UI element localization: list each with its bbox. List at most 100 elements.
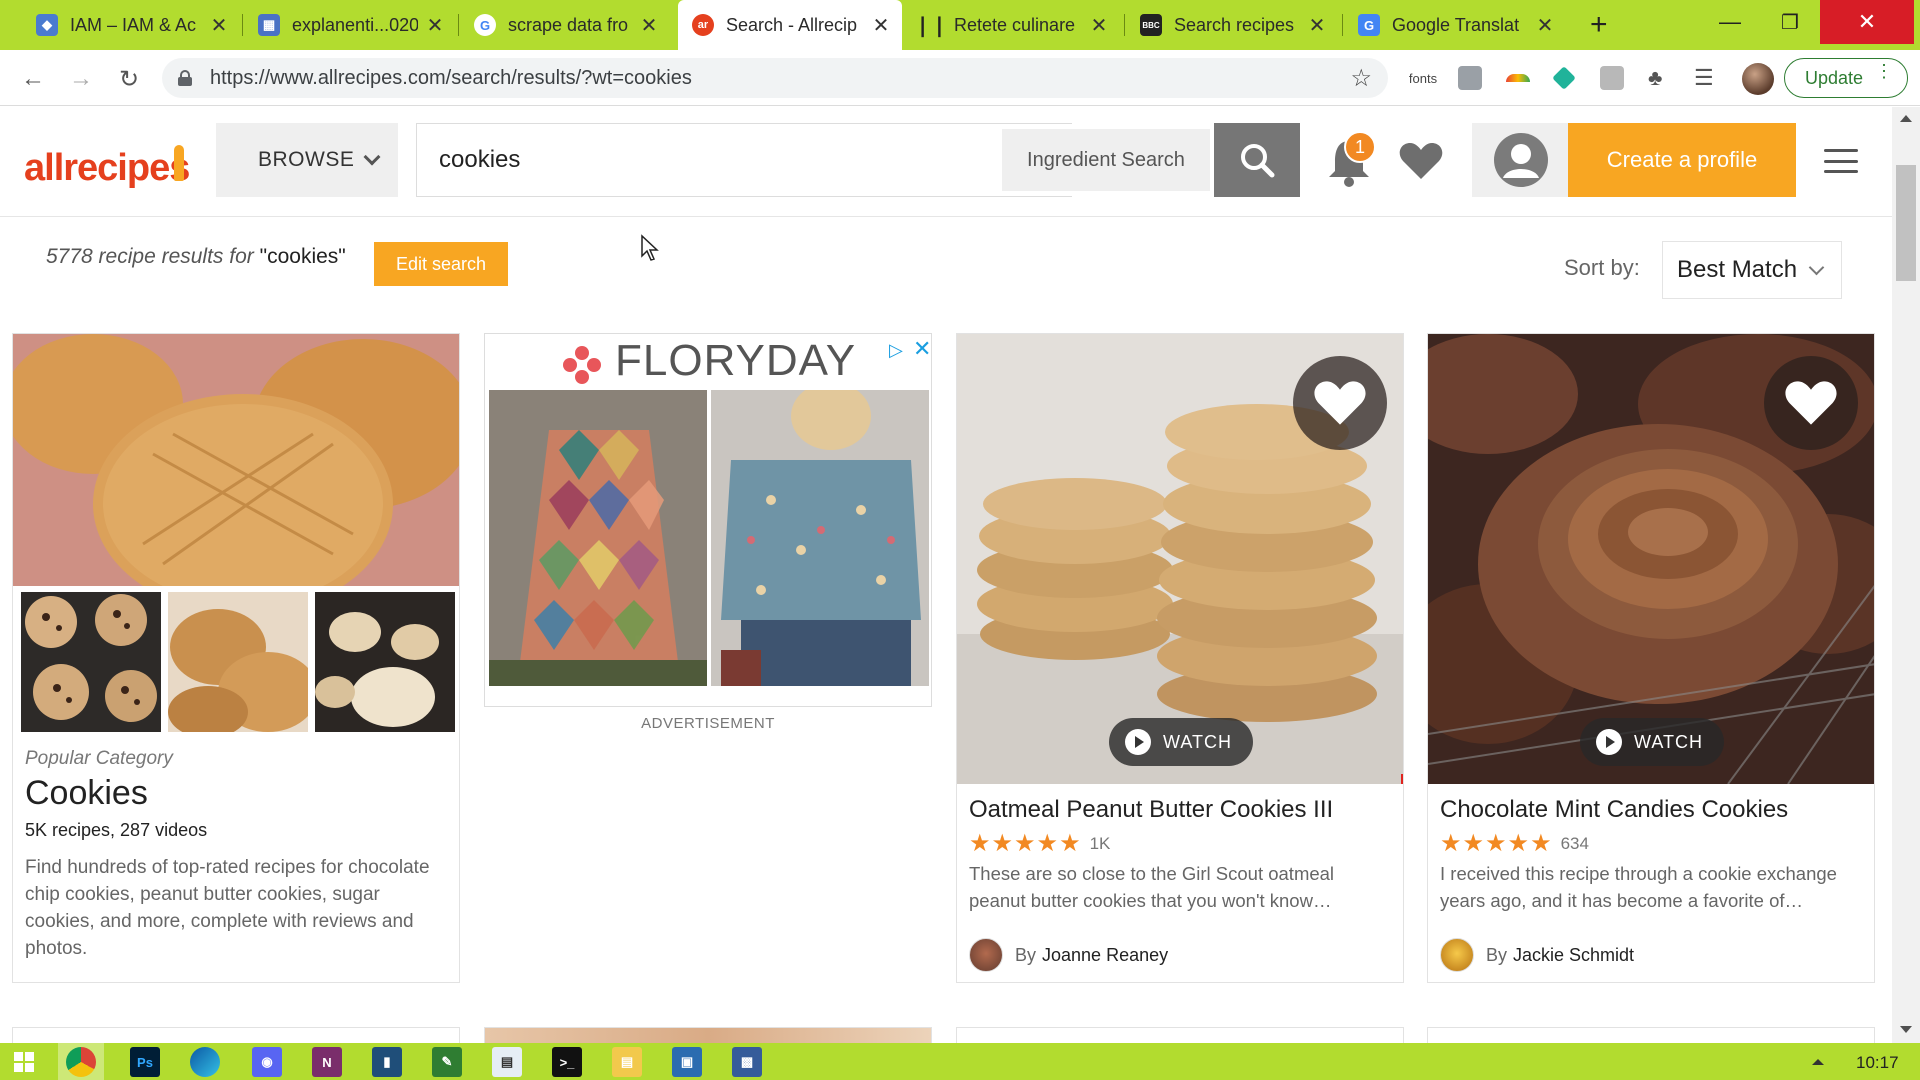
edge-icon[interactable]: [190, 1047, 220, 1077]
recipe-title[interactable]: Oatmeal Peanut Butter Cookies III: [969, 796, 1333, 824]
author-name[interactable]: Joanne Reaney: [1042, 945, 1168, 966]
edit-search-button[interactable]: Edit search: [374, 242, 508, 286]
recipe-title[interactable]: Chocolate Mint Candies Cookies: [1440, 796, 1788, 824]
results-summary: 5778 recipe results for "cookies": [46, 245, 346, 269]
next-row-card[interactable]: [484, 1027, 932, 1043]
chrome-icon[interactable]: [66, 1047, 96, 1077]
advertisement-banner[interactable]: FLORYDAY ▷ ✕: [484, 333, 932, 707]
close-tab-icon[interactable]: ✕: [1306, 13, 1328, 38]
close-tab-icon[interactable]: ✕: [424, 13, 446, 38]
fonts-extension[interactable]: fonts: [1406, 64, 1440, 92]
next-row-card[interactable]: [12, 1027, 460, 1043]
recipe-description: These are so close to the Girl Scout oat…: [969, 863, 1335, 911]
puzzle-extensions-icon[interactable]: ♣: [1648, 64, 1662, 92]
by-label: By: [1486, 944, 1508, 965]
scroll-thumb[interactable]: [1896, 165, 1916, 281]
chocolate-chip-cookies-thumbnail[interactable]: [21, 592, 161, 732]
minimize-button[interactable]: —: [1700, 0, 1760, 44]
save-recipe-button[interactable]: [1764, 356, 1858, 450]
ad-close-icon[interactable]: ✕: [913, 336, 931, 362]
tab-google-translate[interactable]: G Google Translat ✕: [1344, 0, 1566, 50]
close-tab-icon[interactable]: ✕: [208, 13, 230, 38]
browser-tab-bar: ◆ IAM – IAM & Ac ✕ ▦ explanenti...020 ✕ …: [0, 0, 1920, 50]
saved-recipes-button[interactable]: [1398, 141, 1444, 186]
k-extension-icon[interactable]: [1600, 64, 1624, 92]
new-tab-button[interactable]: +: [1590, 8, 1608, 42]
close-window-button[interactable]: ✕: [1820, 0, 1914, 44]
scroll-down-icon[interactable]: [1900, 1026, 1912, 1033]
onenote-icon[interactable]: N: [312, 1047, 342, 1077]
sort-select[interactable]: Best Match: [1662, 241, 1842, 299]
play-icon: [1596, 729, 1622, 755]
photoshop-icon[interactable]: Ps: [130, 1047, 160, 1077]
watch-video-button[interactable]: WATCH: [1109, 718, 1253, 766]
address-bar[interactable]: https://www.allrecipes.com/search/result…: [162, 58, 1388, 98]
allrecipes-logo[interactable]: allrecipes: [24, 147, 190, 190]
close-tab-icon[interactable]: ✕: [1534, 13, 1556, 38]
terminal-icon[interactable]: >_: [552, 1047, 582, 1077]
bookmark-star-icon[interactable]: ☆: [1350, 64, 1372, 93]
back-button[interactable]: ←: [16, 62, 50, 96]
tab-bbc[interactable]: BBC Search recipes ✕: [1126, 0, 1338, 50]
taskbar-clock[interactable]: 10:17: [1856, 1053, 1899, 1073]
close-tab-icon[interactable]: ✕: [638, 13, 660, 38]
star-icon: ★: [1485, 830, 1507, 857]
chevron-down-icon: [1808, 259, 1825, 275]
hamburger-menu-icon[interactable]: [1824, 149, 1858, 173]
recipe-card[interactable]: WATCH Oatmeal Peanut Butter Cookies III …: [956, 333, 1404, 983]
restore-button[interactable]: ❐: [1760, 0, 1820, 44]
scroll-up-icon[interactable]: [1900, 115, 1912, 122]
forward-button[interactable]: →: [64, 62, 98, 96]
next-row-card[interactable]: [1427, 1027, 1875, 1043]
tray-expand-icon[interactable]: [1812, 1059, 1824, 1065]
update-button[interactable]: Update ⋮: [1784, 58, 1908, 98]
close-tab-icon[interactable]: ✕: [1088, 13, 1110, 38]
save-recipe-button[interactable]: [1293, 356, 1387, 450]
network-icon[interactable]: ▩: [732, 1047, 762, 1077]
tab-google-search[interactable]: G scrape data fro ✕: [460, 0, 670, 50]
notepad-icon[interactable]: ✎: [432, 1047, 462, 1077]
tab-retete[interactable]: ❘❘ Retete culinare ✕: [906, 0, 1120, 50]
ad-choices-icon[interactable]: ▷: [889, 340, 903, 361]
shell-cookies-thumbnail[interactable]: [315, 592, 455, 732]
reading-list-icon[interactable]: ☰: [1694, 64, 1714, 92]
recipe-card[interactable]: WATCH Chocolate Mint Candies Cookies ★ ★…: [1427, 333, 1875, 983]
account-button[interactable]: [1472, 123, 1570, 197]
tab-allrecipes-active[interactable]: ar Search - Allrecip ✕: [678, 0, 902, 50]
ingredient-search-button[interactable]: Ingredient Search: [1002, 129, 1210, 191]
peanut-butter-cookies-thumbnail[interactable]: [168, 592, 308, 732]
discord-icon[interactable]: ◉: [252, 1047, 282, 1077]
reader-icon[interactable]: ▤: [492, 1047, 522, 1077]
watch-label: WATCH: [1163, 731, 1232, 752]
author-avatar: [969, 938, 1003, 972]
results-count: 5778 recipe results for: [46, 245, 254, 268]
tab-title: explanenti...020: [292, 14, 418, 35]
url-text[interactable]: https://www.allrecipes.com/search/result…: [210, 67, 1350, 90]
watch-video-button[interactable]: WATCH: [1580, 718, 1724, 766]
recipe-author[interactable]: By Joanne Reaney: [969, 938, 1168, 972]
recipe-author[interactable]: By Jackie Schmidt: [1440, 938, 1634, 972]
reload-button[interactable]: ↻: [112, 62, 146, 96]
popular-category-card[interactable]: Popular Category Cookies 5K recipes, 287…: [12, 333, 460, 983]
author-name[interactable]: Jackie Schmidt: [1513, 945, 1634, 966]
file-explorer-icon[interactable]: ▤: [612, 1047, 642, 1077]
next-row-card[interactable]: [956, 1027, 1404, 1043]
browse-dropdown[interactable]: BROWSE: [216, 123, 398, 197]
css-extension-icon[interactable]: [1458, 64, 1482, 92]
recipe-search-input[interactable]: cookies: [416, 123, 1072, 197]
heart-icon: [1314, 381, 1366, 425]
search-button[interactable]: [1214, 123, 1300, 197]
tab-title: IAM – IAM & Ac: [70, 14, 197, 35]
profile-avatar[interactable]: [1742, 63, 1774, 95]
rainbow-extension-icon[interactable]: [1506, 64, 1530, 92]
diamond-extension-icon[interactable]: [1552, 64, 1576, 92]
control-panel-icon[interactable]: ▣: [672, 1047, 702, 1077]
category-title[interactable]: Cookies: [25, 774, 148, 813]
page-scrollbar[interactable]: [1892, 107, 1920, 1043]
app-icon[interactable]: ▮: [372, 1047, 402, 1077]
create-profile-button[interactable]: Create a profile: [1568, 123, 1796, 197]
tab-iam[interactable]: ◆ IAM – IAM & Ac ✕: [22, 0, 240, 50]
windows-start-icon[interactable]: [14, 1052, 34, 1072]
tab-sheet[interactable]: ▦ explanenti...020 ✕: [244, 0, 456, 50]
close-tab-icon[interactable]: ✕: [870, 13, 892, 38]
